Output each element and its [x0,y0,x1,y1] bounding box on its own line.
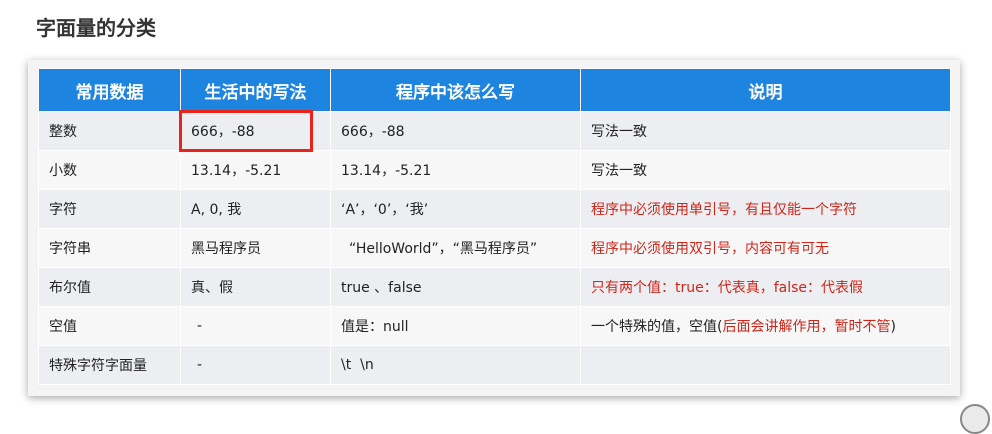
cell-desc: 写法一致 [580,150,951,190]
cell-desc: 写法一致 [580,111,951,151]
cell-life: 黑马程序员 [180,228,331,268]
table-row: 特殊字符字面量 - \t \n [38,345,951,385]
cell-desc: 一个特殊的值，空值(后面会讲解作用，暂时不管) [580,306,951,346]
cell-life: - [180,306,331,346]
cell-code: \t \n [330,345,581,385]
header-description: 说明 [580,68,951,112]
cell-code: 13.14，-5.21 [330,150,581,190]
cell-desc: 程序中必须使用单引号，有且仅能一个字符 [580,189,951,229]
desc-tail: ) [890,319,896,335]
cell-type: 特殊字符字面量 [38,345,181,385]
table-row: 字符 A, 0, 我 ‘A’，‘0’，‘我’ 程序中必须使用单引号，有且仅能一个… [38,189,951,229]
cell-desc: 只有两个值：true：代表真，false：代表假 [580,267,951,307]
highlight-box [179,110,313,152]
magnifier-icon[interactable] [960,404,990,434]
header-code-writing: 程序中该怎么写 [330,68,581,112]
literal-table: 常用数据 生活中的写法 程序中该怎么写 说明 整数 666，-88 666，-8… [38,68,951,385]
cell-type: 整数 [38,111,181,151]
cell-type: 字符串 [38,228,181,268]
table-row: 整数 666，-88 666，-88 写法一致 [38,111,951,151]
header-data-type: 常用数据 [38,68,181,112]
table-row: 空值 - 值是：null 一个特殊的值，空值(后面会讲解作用，暂时不管) [38,306,951,346]
cell-life: A, 0, 我 [180,189,331,229]
table-row: 布尔值 真、假 true 、false 只有两个值：true：代表真，false… [38,267,951,307]
header-row: 常用数据 生活中的写法 程序中该怎么写 说明 [38,68,951,112]
cell-life: - [180,345,331,385]
page-title: 字面量的分类 [36,16,156,40]
cell-desc [580,345,951,385]
table-row: 小数 13.14，-5.21 13.14，-5.21 写法一致 [38,150,951,190]
desc-red-note: 后面会讲解作用，暂时不管 [722,319,891,335]
cell-type: 布尔值 [38,267,181,307]
cell-life: 13.14，-5.21 [180,150,331,190]
cell-code: “HelloWorld”，“黑马程序员” [330,228,581,268]
desc-plain: 一个特殊的值，空值( [591,319,723,335]
cell-code: 值是：null [330,306,581,346]
table-row: 字符串 黑马程序员 “HelloWorld”，“黑马程序员” 程序中必须使用双引… [38,228,951,268]
cell-code: true 、false [330,267,581,307]
cell-type: 字符 [38,189,181,229]
header-life-writing: 生活中的写法 [180,68,331,112]
cell-desc: 程序中必须使用双引号，内容可有可无 [580,228,951,268]
cell-type: 小数 [38,150,181,190]
cell-code: ‘A’，‘0’，‘我’ [330,189,581,229]
cell-life: 真、假 [180,267,331,307]
cell-type: 空值 [38,306,181,346]
cell-code: 666，-88 [330,111,581,151]
